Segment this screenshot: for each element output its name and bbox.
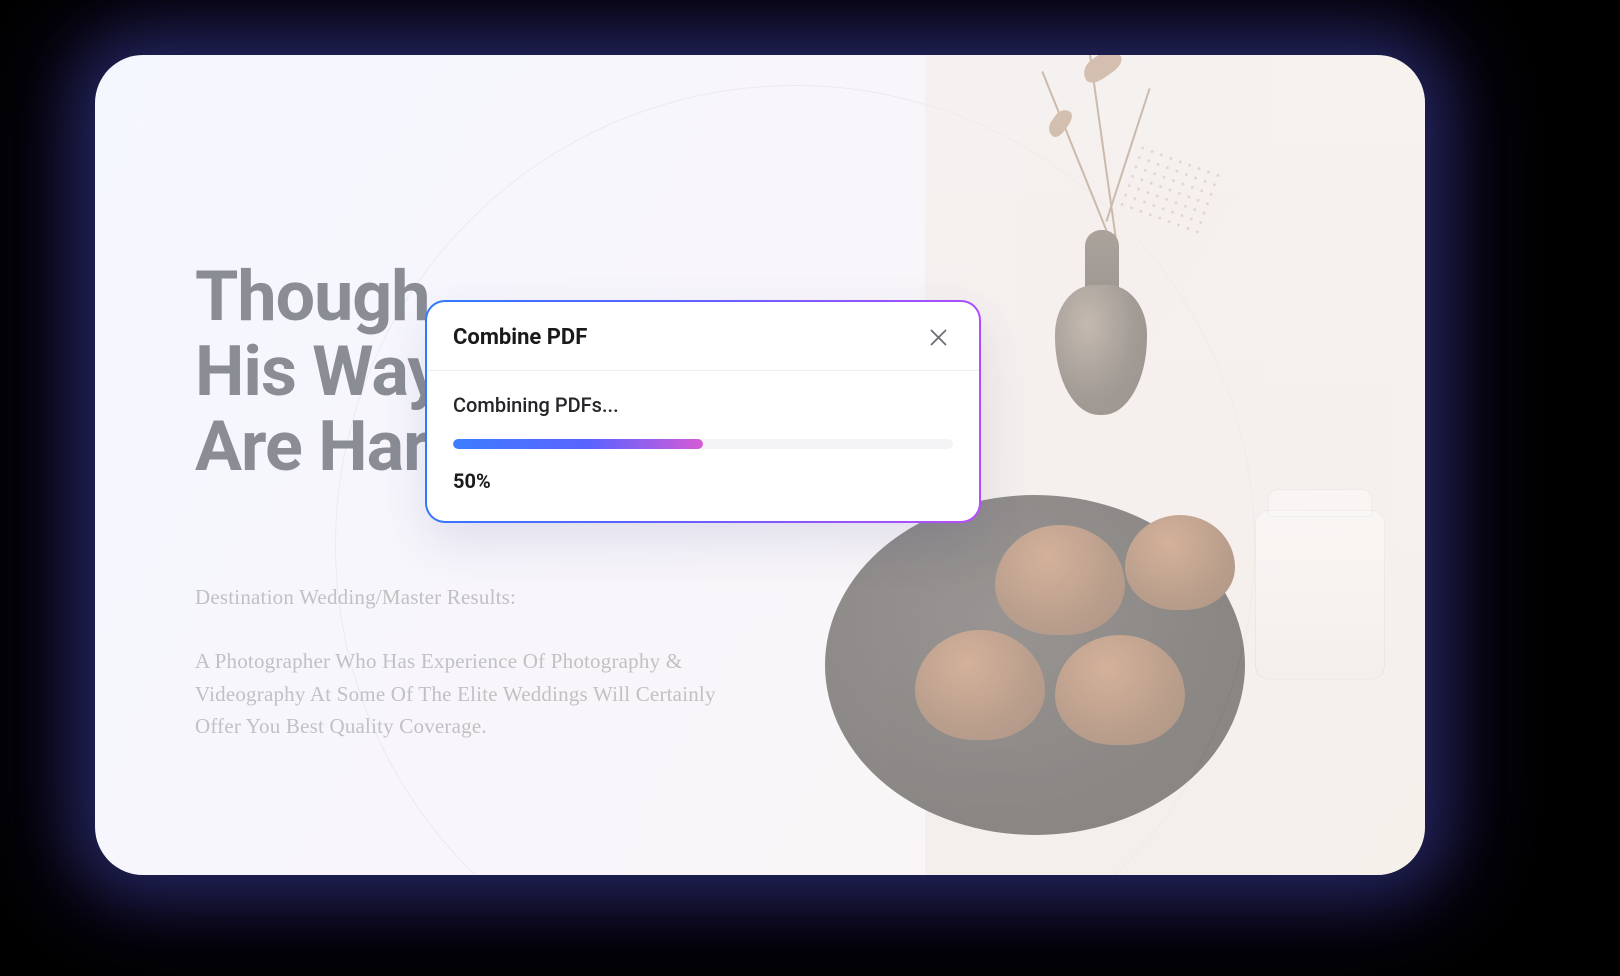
progress-bar [453, 439, 953, 449]
page-subheading: Destination Wedding/Master Results: [195, 585, 516, 610]
dialog-title: Combine PDF [453, 325, 587, 350]
progress-percent-label: 50% [453, 469, 953, 493]
progress-status-text: Combining PDFs... [453, 393, 953, 417]
page-body-text: A Photographer Who Has Experience Of Pho… [195, 645, 755, 743]
combine-pdf-dialog: Combine PDF Combining PDFs... 50% [425, 300, 981, 523]
dialog-body: Combining PDFs... 50% [427, 371, 979, 521]
close-button[interactable] [923, 322, 953, 352]
progress-bar-fill [453, 439, 703, 449]
dialog-header: Combine PDF [427, 302, 979, 371]
close-icon [930, 329, 947, 346]
decorative-photo [925, 55, 1425, 875]
